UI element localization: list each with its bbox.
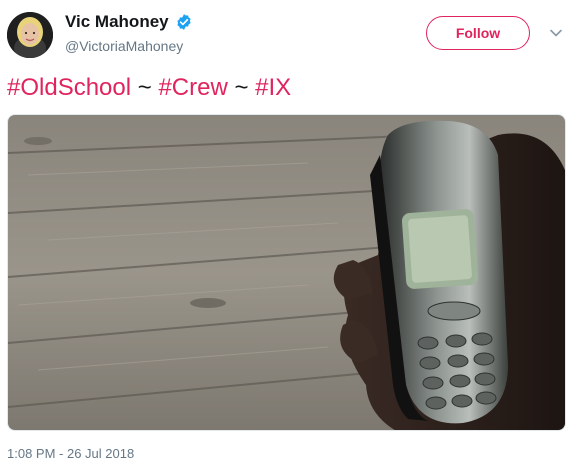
- hashtag-link[interactable]: #IX: [255, 74, 291, 101]
- author-handle[interactable]: @VictoriaMahoney: [65, 38, 183, 54]
- chevron-down-icon[interactable]: [549, 26, 563, 40]
- follow-button[interactable]: Follow: [426, 16, 530, 50]
- author-display-name[interactable]: Vic Mahoney: [65, 12, 169, 32]
- tweet-photo[interactable]: [7, 114, 566, 431]
- author-name-row[interactable]: Vic Mahoney: [65, 12, 193, 32]
- separator: ~: [234, 74, 249, 101]
- hashtag-link[interactable]: #OldSchool: [7, 74, 131, 101]
- hashtag-link[interactable]: #Crew: [158, 74, 227, 101]
- avatar[interactable]: [7, 12, 53, 58]
- tweet-text: #OldSchool ~ #Crew ~ #IX: [7, 74, 291, 102]
- separator: ~: [137, 74, 152, 101]
- tweet-timestamp[interactable]: 1:08 PM - 26 Jul 2018: [7, 446, 134, 461]
- verified-badge-icon: [175, 13, 193, 31]
